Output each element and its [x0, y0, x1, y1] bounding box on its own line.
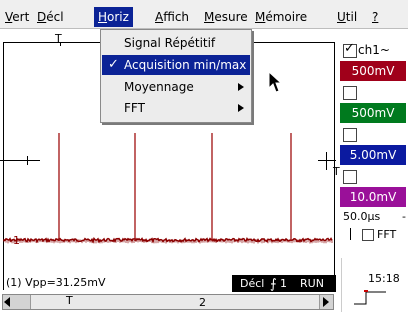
scroll-track[interactable]: [30, 295, 320, 309]
horiz-dropdown-menu: Signal Répétitif ✓ Acquisition min/max M…: [100, 29, 252, 123]
ch3-toggle[interactable]: ch3~: [340, 124, 406, 144]
ch2-checkbox[interactable]: [343, 86, 357, 100]
scroll-right-icon[interactable]: [323, 297, 329, 307]
clock: 15:18: [368, 272, 400, 285]
rising-edge-icon: ⨍: [270, 277, 277, 292]
submenu-arrow-icon: [238, 83, 244, 91]
trigger-status-bar[interactable]: Décl ⨍ 1 RUN: [232, 275, 336, 292]
trigger-edge-icon: [354, 290, 386, 305]
ch3-checkbox[interactable]: [343, 128, 357, 142]
trigger-channel: 1: [280, 277, 287, 290]
ch1-sensitivity[interactable]: 500mV: [340, 61, 406, 81]
scroll-trigger-marker: T: [66, 294, 73, 307]
ch4-sensitivity[interactable]: 10.0mV: [340, 187, 406, 207]
trigger-label: Décl: [240, 277, 265, 290]
fft-divider: [350, 228, 351, 240]
run-state[interactable]: RUN: [300, 275, 324, 292]
timebase-dash: -: [402, 210, 406, 223]
ch2-toggle[interactable]: ch2~: [340, 82, 406, 102]
ch3-sensitivity[interactable]: 5.00mV: [340, 145, 406, 165]
mouse-cursor-icon: [268, 71, 283, 93]
menu-item-acquisition-minmax[interactable]: ✓ Acquisition min/max: [102, 55, 250, 75]
submenu-arrow-icon: [238, 104, 244, 112]
menu-item-moyennage[interactable]: Moyennage: [102, 77, 250, 97]
timebase-value[interactable]: 50.0µs: [343, 210, 380, 223]
ch4-checkbox[interactable]: [343, 170, 357, 184]
fft-checkbox[interactable]: [362, 229, 374, 241]
ch1-checkbox[interactable]: ✓: [343, 42, 357, 58]
scroll-left-icon[interactable]: [4, 297, 10, 307]
menu-item-signal-repetitif[interactable]: Signal Répétitif: [102, 33, 250, 53]
vpp-measurement: (1) Vpp=31.25mV: [6, 276, 106, 289]
checkmark-icon: ✓: [108, 57, 119, 72]
menu-item-fft[interactable]: FFT: [102, 98, 250, 118]
ch2-sensitivity[interactable]: 500mV: [340, 103, 406, 123]
ch1-toggle[interactable]: ✓ ch1~: [340, 40, 406, 60]
scroll-page-marker: 2: [199, 296, 206, 309]
fft-label: FFT: [377, 228, 397, 241]
ch4-toggle[interactable]: ch4~: [340, 166, 406, 186]
